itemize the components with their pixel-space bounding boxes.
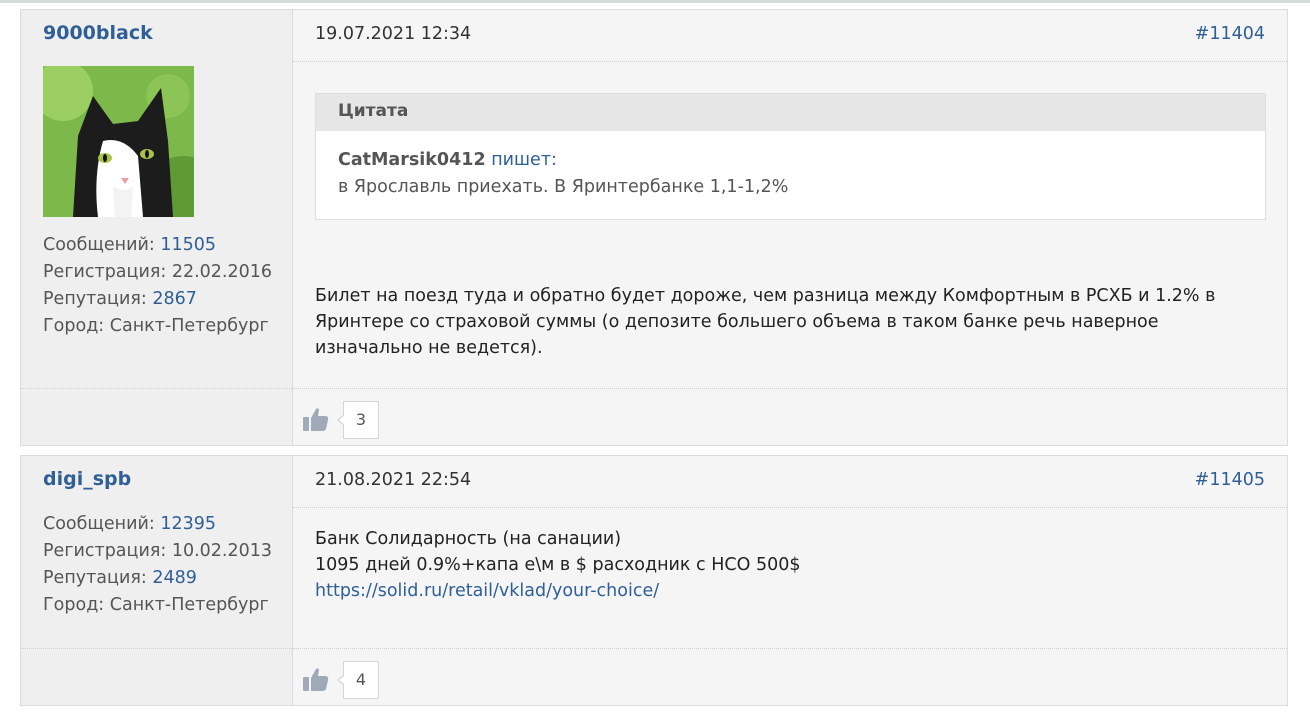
quote-block: Цитата CatMarsik0412 пишет: в Ярославль …: [315, 93, 1266, 220]
post-content: 19.07.2021 12:34 #11404 Цитата CatMarsik…: [293, 10, 1287, 445]
forum-post: 9000black Сообщений: 11505 Регистрация: …: [20, 9, 1288, 446]
post-number-link[interactable]: #11404: [1195, 24, 1265, 44]
stat-reputation: Репутация: 2867: [43, 289, 197, 309]
stat-messages: Сообщений: 11505: [43, 235, 217, 255]
thumbs-up-icon[interactable]: [303, 667, 329, 691]
author-avatar[interactable]: [43, 66, 194, 217]
post-header: 21.08.2021 22:54 #11405: [293, 456, 1287, 508]
stat-registration: Регистрация: 22.02.2016: [43, 262, 273, 282]
stat-reputation: Репутация: 2489: [43, 568, 197, 588]
post-footer: 4: [293, 648, 1287, 705]
stat-messages: Сообщений: 12395: [43, 514, 217, 534]
messages-count-link[interactable]: 12395: [160, 514, 216, 534]
thumbs-up-icon[interactable]: [303, 407, 329, 431]
post-text: Билет на поезд туда и обратно будет доро…: [315, 286, 1216, 358]
quote-writes-link[interactable]: пишет:: [491, 150, 557, 170]
post-author-sidebar: 9000black Сообщений: 11505 Регистрация: …: [21, 10, 293, 445]
top-divider: [0, 0, 1310, 3]
quote-text: в Ярославль приехать. В Яринтербанке 1,1…: [338, 177, 789, 197]
post-date: 21.08.2021 22:54: [315, 470, 472, 490]
quote-body: CatMarsik0412 пишет: в Ярославль приехат…: [316, 131, 1265, 201]
post-text-line: 1095 дней 0.9%+капа е\м в $ расходник с …: [315, 555, 801, 575]
post-footer: 3: [293, 388, 1287, 445]
post-link[interactable]: https://solid.ru/retail/vklad/your-choic…: [315, 581, 659, 601]
messages-count-link[interactable]: 11505: [160, 235, 216, 255]
quote-title: Цитата: [316, 94, 1265, 131]
stat-registration: Регистрация: 10.02.2013: [43, 541, 273, 561]
post-text-line: Банк Солидарность (на санации): [315, 529, 622, 549]
post-number-link[interactable]: #11405: [1195, 470, 1265, 490]
sidebar-footer: [21, 648, 292, 705]
stat-city: Город: Санкт-Петербург: [43, 595, 269, 615]
post-date: 19.07.2021 12:34: [315, 24, 472, 44]
reputation-link[interactable]: 2867: [152, 289, 197, 309]
stat-city: Город: Санкт-Петербург: [43, 316, 269, 336]
sidebar-footer: [21, 388, 292, 445]
like-count[interactable]: 3: [337, 401, 379, 439]
quote-author[interactable]: CatMarsik0412: [338, 150, 486, 170]
author-username-link[interactable]: 9000black: [43, 22, 153, 44]
post-header: 19.07.2021 12:34 #11404: [293, 10, 1287, 62]
post-text: Банк Солидарность (на санации) 1095 дней…: [315, 526, 1245, 604]
author-stats: Сообщений: 12395 Регистрация: 10.02.2013…: [43, 511, 272, 619]
cat-avatar-icon: [43, 66, 194, 217]
post-content: 21.08.2021 22:54 #11405 Банк Солидарност…: [293, 456, 1287, 705]
author-stats: Сообщений: 11505 Регистрация: 22.02.2016…: [43, 232, 272, 340]
author-username-link[interactable]: digi_spb: [43, 468, 131, 490]
reputation-link[interactable]: 2489: [152, 568, 197, 588]
like-count[interactable]: 4: [337, 661, 379, 699]
